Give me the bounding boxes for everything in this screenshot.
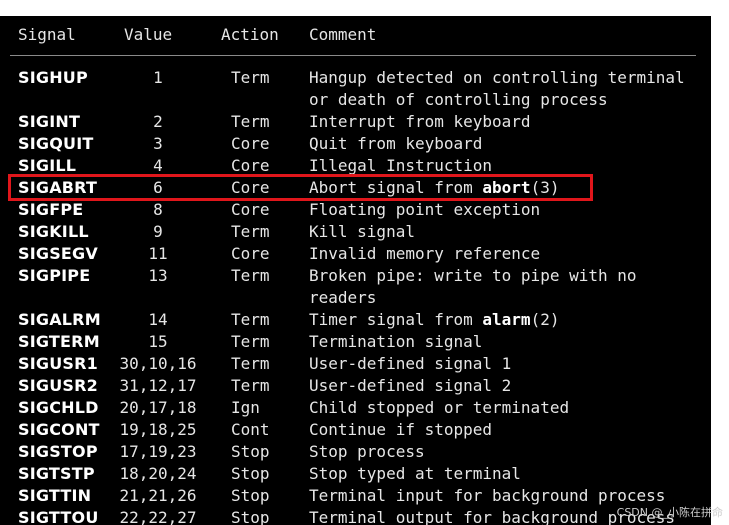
- signal-action: Stop: [231, 442, 270, 461]
- signal-comment: Floating point exception: [309, 200, 541, 219]
- signal-value: 1: [153, 68, 163, 87]
- signal-name: SIGQUIT: [18, 134, 94, 153]
- comment-function-name: alarm: [482, 310, 531, 329]
- signal-name: SIGTSTP: [18, 464, 95, 483]
- signal-name: SIGINT: [18, 112, 81, 131]
- signal-name: SIGPIPE: [18, 266, 91, 285]
- signal-value: 3: [153, 134, 163, 153]
- signal-comment: User-defined signal 1: [309, 354, 512, 373]
- header-signal: Signal: [18, 25, 76, 44]
- signal-value: 30,10,16: [119, 354, 197, 373]
- signal-value: 13: [148, 266, 168, 285]
- signal-action: Term: [231, 266, 270, 285]
- signal-action: Cont: [231, 420, 270, 439]
- signal-comment: Stop typed at terminal: [309, 464, 521, 483]
- terminal-window: Signal Value Action Comment SIGHUP 1 Term H…: [0, 16, 711, 525]
- signal-action: Stop: [231, 464, 270, 483]
- signal-comment-continued: readers: [309, 288, 377, 307]
- signal-comment: Termination signal: [309, 332, 483, 351]
- signal-comment: Invalid memory reference: [309, 244, 541, 263]
- signal-comment: Stop process: [309, 442, 425, 461]
- header-comment: Comment: [309, 25, 377, 44]
- signal-name: SIGCONT: [18, 420, 100, 439]
- signal-comment: User-defined signal 2: [309, 376, 512, 395]
- signal-name: SIGUSR2: [18, 376, 98, 395]
- signal-name: SIGHUP: [18, 68, 88, 87]
- signal-action: Core: [231, 200, 270, 219]
- signal-name: SIGALRM: [18, 310, 101, 329]
- signal-comment: Quit from keyboard: [309, 134, 483, 153]
- signal-value: 8: [153, 200, 163, 219]
- signal-value: 19,18,25: [119, 420, 197, 439]
- signal-comment: Kill signal: [309, 222, 415, 241]
- signal-value: 11: [148, 244, 168, 263]
- signal-name: SIGTTIN: [18, 486, 92, 505]
- signal-value: 22,22,27: [119, 508, 197, 525]
- signal-value: 2: [153, 112, 163, 131]
- header-divider: [10, 55, 696, 56]
- signal-comment: Interrupt from keyboard: [309, 112, 531, 131]
- signal-action: Term: [231, 310, 270, 329]
- signal-name: SIGSTOP: [18, 442, 98, 461]
- signal-comment: Child stopped or terminated: [309, 398, 570, 417]
- signal-action: Term: [231, 332, 270, 351]
- signal-name: SIGFPE: [18, 200, 84, 219]
- signal-name: SIGKILL: [18, 222, 89, 241]
- signal-comment: Hangup detected on controlling terminal: [309, 68, 685, 87]
- header-value: Value: [124, 25, 173, 44]
- signal-name: SIGTTOU: [18, 508, 99, 525]
- signal-value: 17,19,23: [119, 442, 197, 461]
- signal-value: 18,20,24: [119, 464, 197, 483]
- comment-section: (2): [530, 310, 560, 329]
- signal-name: SIGTERM: [18, 332, 100, 351]
- signal-value: 31,12,17: [119, 376, 197, 395]
- signal-name: SIGUSR1: [18, 354, 98, 373]
- signal-action: Term: [231, 112, 270, 131]
- signal-action: Core: [231, 134, 270, 153]
- signal-value: 14: [148, 310, 168, 329]
- signal-value: 15: [148, 332, 168, 351]
- highlight-box: [8, 174, 593, 201]
- signal-comment: Timer signal from alarm(2): [309, 309, 559, 331]
- signal-action: Term: [231, 354, 270, 373]
- signal-name: SIGSEGV: [18, 244, 98, 263]
- signal-action: Term: [231, 68, 270, 87]
- signal-comment: Continue if stopped: [309, 420, 493, 439]
- signal-value: 9: [153, 222, 163, 241]
- signal-action: Stop: [231, 508, 270, 525]
- header-action: Action: [221, 25, 279, 44]
- signal-action: Term: [231, 222, 270, 241]
- signal-comment: Broken pipe: write to pipe with no: [309, 266, 637, 285]
- signal-value: 20,17,18: [119, 398, 197, 417]
- watermark: CSDN @_小陈在拼命: [616, 506, 723, 519]
- comment-text: Timer signal from: [309, 310, 483, 329]
- signal-comment: Terminal input for background process: [309, 486, 666, 505]
- signal-name: SIGCHLD: [18, 398, 99, 417]
- signal-action: Stop: [231, 486, 270, 505]
- signal-action: Term: [231, 376, 270, 395]
- signal-value: 21,21,26: [119, 486, 197, 505]
- signal-comment-continued: or death of controlling process: [309, 90, 608, 109]
- signal-action: Core: [231, 244, 270, 263]
- signal-action: Ign: [231, 398, 260, 417]
